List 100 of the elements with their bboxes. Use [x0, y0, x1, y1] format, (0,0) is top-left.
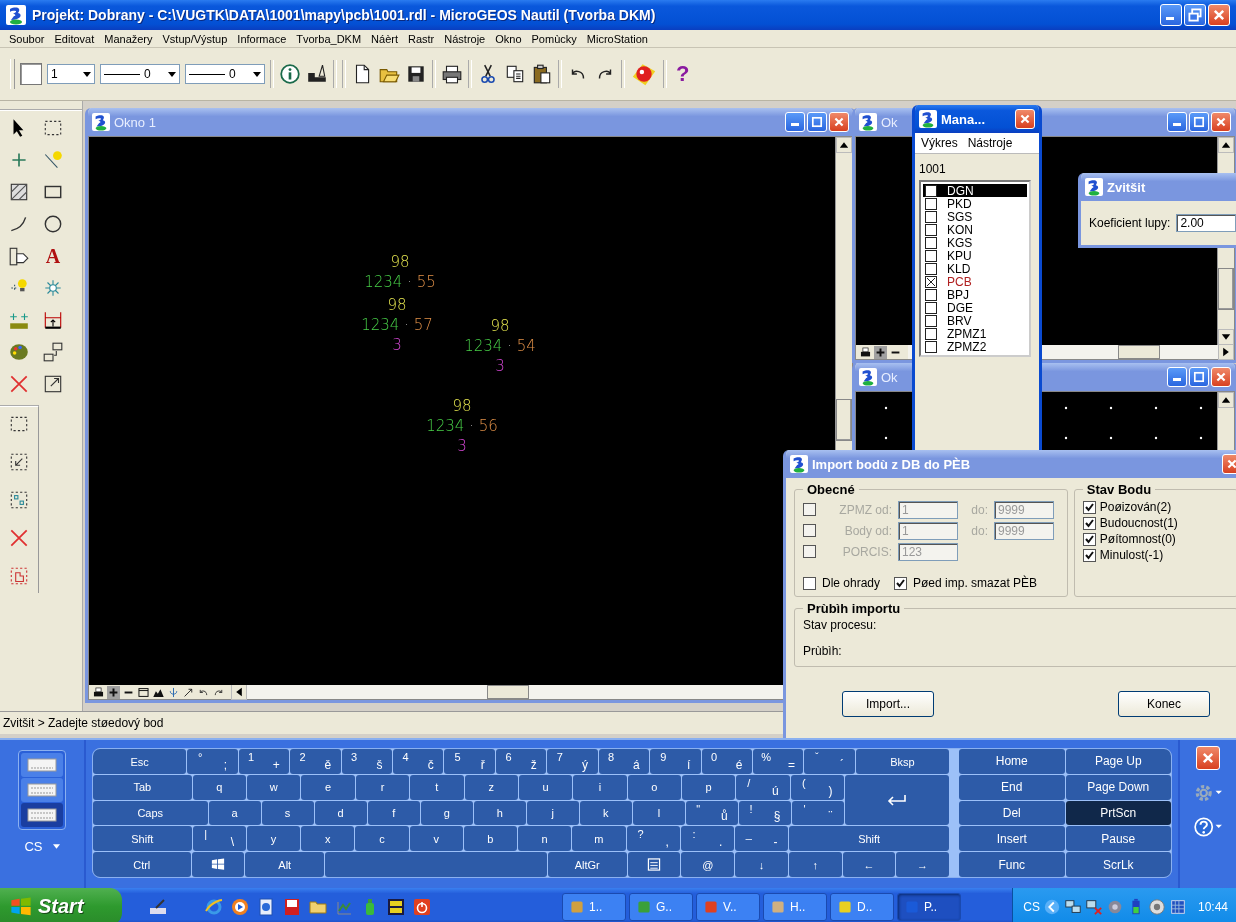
keyboard-key[interactable]: j [526, 800, 579, 825]
keyboard-key[interactable]: 6 ž [495, 749, 547, 774]
keyboard-key[interactable]: 2 ě [290, 749, 341, 774]
keyboard-key[interactable]: 4 č [392, 749, 444, 774]
keyboard-key[interactable]: 1 + [238, 749, 290, 774]
taskbar-button[interactable]: H.. [763, 892, 827, 921]
menu-item[interactable]: Výkres [921, 136, 958, 150]
keyboard-key[interactable]: " ů [685, 800, 738, 825]
keyboard-key[interactable]: p [681, 775, 736, 800]
keyboard-key[interactable]: Page Up [1065, 749, 1171, 774]
keyboard-key[interactable]: s [261, 800, 314, 825]
menu-item[interactable]: Vstup/Výstup [157, 32, 233, 45]
start-button[interactable]: Start [0, 888, 122, 922]
keyboard-key[interactable]: x [301, 826, 355, 851]
menu-item[interactable]: Nástroje [967, 136, 1013, 150]
keyboard-key[interactable]: q [192, 775, 247, 800]
keyboard-key[interactable]: Func [959, 852, 1065, 877]
keyboard-key[interactable]: r [355, 775, 410, 800]
keyboard-key[interactable]: Shift [789, 826, 949, 851]
keyboard-key[interactable]: @ [681, 852, 735, 877]
layer-item[interactable]: PCB [923, 275, 1027, 288]
layer-item[interactable]: SGS [923, 210, 1027, 223]
keyboard-key[interactable]: Insert [959, 826, 1065, 852]
keyboard-key[interactable]: l [632, 800, 685, 825]
keyboard-key[interactable]: / ú [736, 775, 790, 800]
taskbar-button[interactable]: G.. [629, 892, 693, 921]
keyboard-key[interactable]: End [959, 774, 1065, 800]
menu-item[interactable]: Editovat [49, 32, 100, 45]
keyboard-key[interactable]: o [627, 775, 681, 800]
keyboard-key[interactable]: ? , [626, 826, 680, 851]
keyboard-key[interactable]: → [896, 852, 949, 877]
keyboard-key[interactable]: 5 ř [444, 749, 495, 774]
keyboard-key[interactable]: AltGr [547, 852, 627, 877]
layer-item[interactable]: KPU [923, 249, 1027, 262]
keyboard-key[interactable]: ˇ ´ [804, 749, 855, 774]
layer-item[interactable]: ZPMZ2 [923, 340, 1027, 353]
layer-item[interactable]: ZPMZ1 [923, 327, 1027, 340]
line-style-combo[interactable]: 0 [100, 64, 180, 84]
keyboard-key[interactable]: i [573, 775, 627, 800]
menu-item[interactable]: Pomùcky [526, 32, 582, 45]
keyboard-key[interactable]: ' ¨ [792, 800, 845, 825]
keyboard-key[interactable]: h [473, 800, 526, 825]
keyboard-key[interactable]: Caps [93, 800, 208, 825]
layer-item[interactable]: KGS [923, 236, 1027, 249]
taskbar-button[interactable]: D.. [830, 892, 894, 921]
keyboard-key[interactable]: _ - [735, 826, 789, 851]
keyboard-key[interactable]: b [463, 826, 517, 851]
menu-item[interactable]: Manažery [99, 32, 158, 45]
keyboard-key[interactable]: n [518, 826, 572, 851]
keyboard-key[interactable]: ! § [738, 800, 791, 825]
taskbar-button[interactable]: 1.. [562, 892, 626, 921]
import-button[interactable]: Import... [842, 691, 934, 717]
keyboard-key[interactable]: f [367, 800, 420, 825]
keyboard-key[interactable]: Bksp [855, 749, 950, 774]
keyboard-key[interactable]: PrtScn [1065, 800, 1171, 826]
layer-item[interactable]: KON [923, 223, 1027, 236]
keyboard-key[interactable]: d [314, 800, 367, 825]
menu-item[interactable]: Soubor [4, 32, 50, 45]
keyboard-key[interactable]: Esc [93, 749, 187, 774]
menu-item[interactable]: Náèrt [366, 32, 403, 45]
help-button[interactable]: ? [672, 61, 694, 87]
layer-item[interactable]: KLD [923, 262, 1027, 275]
menu-item[interactable]: Okno [490, 32, 527, 45]
menu-item[interactable]: Tvorba_DKM [291, 32, 367, 45]
text-tool[interactable]: A [42, 245, 64, 267]
keyboard-key[interactable]: y [246, 826, 300, 851]
keyboard-key[interactable]: ScrLk [1065, 852, 1171, 877]
menu-item[interactable]: Rastr [403, 32, 440, 45]
layer-item[interactable]: PKD [923, 197, 1027, 210]
keyboard-key[interactable]: v [409, 826, 463, 851]
keyboard-key[interactable]: c [355, 826, 409, 851]
keyboard-key[interactable]: | \ [192, 826, 246, 851]
keyboard-key[interactable]: Page Down [1065, 774, 1171, 800]
keyboard-key[interactable]: t [410, 775, 464, 800]
keyboard-key[interactable]: e [301, 775, 355, 800]
keyboard-key[interactable]: 0 é [701, 749, 752, 774]
keyboard-key[interactable]: 8 á [598, 749, 650, 774]
layer-item[interactable]: DGE [923, 301, 1027, 314]
taskbar-button[interactable]: V.. [696, 892, 760, 921]
keyboard-key[interactable]: ↑ [788, 852, 842, 877]
keyboard-key[interactable]: w [247, 775, 301, 800]
keyboard-key[interactable]: 3 š [341, 749, 392, 774]
keyboard-key[interactable]: ° ; [187, 749, 238, 774]
layer-item[interactable]: BPJ [923, 288, 1027, 301]
keyboard-key[interactable]: Tab [93, 775, 192, 800]
taskbar-button[interactable]: P.. [897, 892, 961, 921]
menu-item[interactable]: MicroStation [581, 32, 653, 45]
keyboard-key[interactable]: 7 ý [547, 749, 598, 774]
level-combo[interactable]: 1 [47, 64, 95, 84]
language-dropdown[interactable]: CS [18, 838, 66, 855]
input-field[interactable]: 2.00 [1176, 214, 1236, 232]
menu-item[interactable]: Nástroje [439, 32, 491, 45]
menu-item[interactable]: Informace [232, 32, 292, 45]
keyboard-key[interactable]: a [208, 800, 261, 825]
keyboard-key[interactable]: k [579, 800, 632, 825]
keyboard-key[interactable]: Del [959, 800, 1065, 826]
layer-item[interactable]: BRV [923, 314, 1027, 327]
keyboard-key[interactable]: Shift [93, 826, 192, 851]
keyboard-key[interactable]: 9 í [650, 749, 701, 774]
keyboard-key[interactable]: g [420, 800, 473, 825]
